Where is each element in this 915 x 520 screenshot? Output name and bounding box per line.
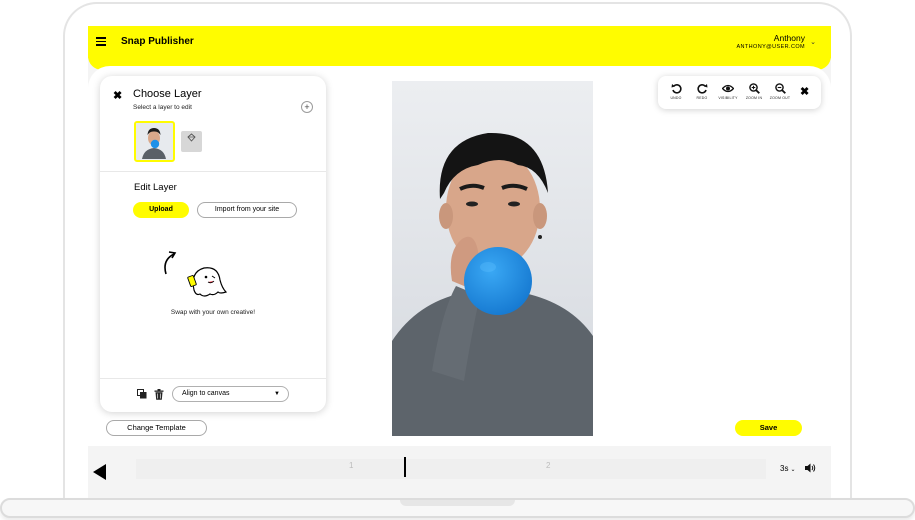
editor-toolbar: UNDO REDO VISIBILITY ZOOM IN ZOOM OUT ✖ — [658, 76, 821, 109]
laptop-notch — [400, 500, 515, 506]
redo-button[interactable]: REDO — [690, 83, 714, 100]
align-dropdown-value: Align to canvas — [182, 390, 230, 397]
panel-divider — [100, 171, 326, 172]
close-icon[interactable]: ✖ — [800, 85, 809, 98]
zoom-out-button[interactable]: ZOOM OUT — [768, 83, 792, 100]
chevron-down-icon: ⌄ — [790, 467, 796, 473]
layer-panel: ✖ Choose Layer Select a layer to edit + … — [100, 76, 326, 412]
duration-value: 3s — [780, 464, 789, 473]
timeline-playhead[interactable] — [404, 457, 406, 477]
timeline-marker: 1 — [349, 461, 354, 470]
volume-icon[interactable] — [805, 463, 816, 473]
zoom-in-label: ZOOM IN — [745, 96, 763, 100]
import-from-site-button[interactable]: Import from your site — [197, 202, 297, 218]
plus-icon[interactable]: + — [301, 101, 313, 113]
creative-preview[interactable] — [392, 81, 593, 436]
visibility-button[interactable]: VISIBILITY — [716, 83, 740, 100]
user-email: ANTHONY@USER.COM — [736, 44, 805, 50]
layer-thumbnail-logo[interactable] — [181, 131, 202, 152]
edit-layer-title: Edit Layer — [134, 182, 177, 193]
layer-thumbnail-photo[interactable] — [134, 121, 175, 162]
user-name[interactable]: Anthony — [774, 33, 805, 43]
undo-label: UNDO — [670, 96, 682, 100]
menu-icon[interactable] — [96, 37, 106, 46]
align-dropdown[interactable]: Align to canvas ▼ — [172, 386, 289, 402]
zoom-in-icon — [748, 83, 760, 94]
upload-button[interactable]: Upload — [133, 202, 189, 218]
panel-subtitle: Select a layer to edit — [133, 104, 192, 111]
zoom-out-label: ZOOM OUT — [769, 96, 791, 100]
swap-caption: Swap with your own creative! — [170, 309, 256, 316]
zoom-out-icon — [774, 83, 786, 94]
close-icon[interactable]: ✖ — [113, 89, 122, 102]
stage: Snap Publisher Anthony ANTHONY@USER.COM … — [0, 0, 915, 520]
save-button[interactable]: Save — [735, 420, 802, 436]
chevron-down-icon: ▼ — [274, 391, 280, 397]
duplicate-icon[interactable] — [137, 389, 147, 399]
ghost-illustration — [164, 251, 228, 297]
eye-icon — [722, 84, 734, 93]
duration-select[interactable]: 3s ⌄ — [780, 464, 795, 473]
app-screen: Snap Publisher Anthony ANTHONY@USER.COM … — [88, 26, 831, 498]
timeline-marker: 2 — [546, 461, 551, 470]
zoom-in-button[interactable]: ZOOM IN — [742, 83, 766, 100]
trash-icon[interactable] — [154, 389, 164, 400]
app-header: Snap Publisher Anthony ANTHONY@USER.COM … — [88, 26, 831, 58]
undo-icon — [671, 84, 682, 94]
change-template-button[interactable]: Change Template — [106, 420, 207, 436]
timeline-track[interactable] — [136, 459, 766, 479]
timeline: 1 2 3s ⌄ — [88, 447, 831, 498]
undo-button[interactable]: UNDO — [664, 83, 688, 100]
chevron-down-icon[interactable]: ⌄ — [810, 38, 816, 46]
panel-title: Choose Layer — [133, 88, 202, 100]
app-title: Snap Publisher — [121, 36, 194, 47]
panel-divider-bottom — [100, 378, 326, 379]
redo-icon — [696, 84, 707, 94]
play-icon[interactable] — [93, 464, 106, 480]
visibility-label: VISIBILITY — [718, 96, 738, 100]
redo-label: REDO — [696, 96, 708, 100]
